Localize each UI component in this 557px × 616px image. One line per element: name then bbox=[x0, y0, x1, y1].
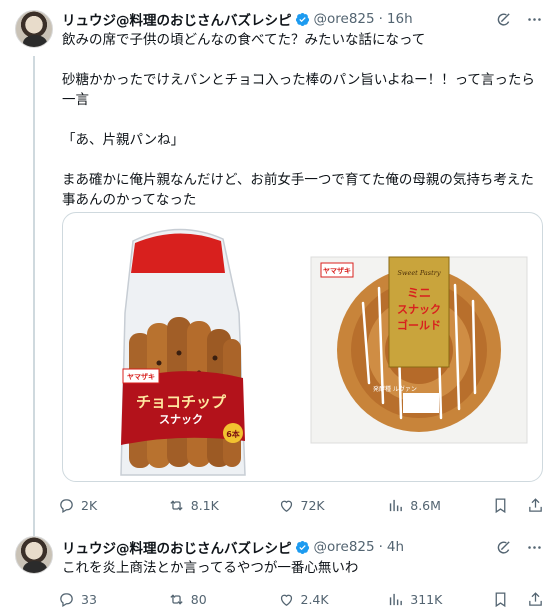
tweet-media[interactable]: ヤマザキ チョコチップ スナック 6本 ヤマザキ Sweet Pastry ミニ… bbox=[62, 212, 543, 482]
left-count-badge: 6本 bbox=[226, 429, 240, 439]
bookmark-icon[interactable] bbox=[492, 591, 509, 608]
author-name[interactable]: リュウジ@料理のおじさんバズレシピ bbox=[62, 9, 292, 29]
right-note: 発酵種 ルヴァン bbox=[373, 385, 417, 393]
verified-badge-icon bbox=[295, 12, 309, 26]
share-icon[interactable] bbox=[527, 591, 544, 608]
repost-button[interactable]: 80 bbox=[168, 591, 278, 608]
views-button[interactable]: 311K bbox=[387, 591, 492, 608]
right-product-name-3: ゴールド bbox=[397, 318, 441, 332]
bookmark-icon[interactable] bbox=[492, 497, 509, 514]
grok-icon[interactable] bbox=[495, 11, 512, 28]
like-button[interactable]: 2.4K bbox=[278, 591, 388, 608]
right-product-name-2: スナック bbox=[397, 303, 441, 316]
avatar[interactable] bbox=[15, 536, 53, 574]
share-icon[interactable] bbox=[527, 497, 544, 514]
tweet-header: リュウジ@料理のおじさんバズレシピ @ore825 · 16h bbox=[62, 9, 543, 29]
product-image-mini-snack-gold: ヤマザキ Sweet Pastry ミニ スナック ゴールド 発酵種 ルヴァン bbox=[310, 256, 528, 444]
repost-count: 8.1K bbox=[190, 497, 219, 513]
like-button[interactable]: 72K bbox=[278, 497, 388, 514]
left-product-name-1: チョコチップ bbox=[136, 393, 227, 411]
reply-count: 33 bbox=[81, 591, 97, 607]
separator-dot: · bbox=[378, 11, 383, 27]
views-count: 8.6M bbox=[410, 497, 441, 513]
right-product-name-1: ミニ bbox=[407, 286, 431, 300]
verified-badge-icon bbox=[295, 540, 309, 554]
more-icon[interactable] bbox=[526, 539, 543, 556]
views-icon bbox=[390, 499, 403, 511]
reply-button[interactable]: 33 bbox=[58, 591, 168, 608]
reply-icon bbox=[60, 498, 73, 513]
product-image-choco-chip-stick: ヤマザキ チョコチップ スナック 6本 bbox=[120, 228, 246, 476]
like-icon bbox=[280, 500, 292, 512]
tweet-text: これを炎上商法とか言ってるやつが一番心無いわ bbox=[62, 560, 359, 576]
like-count: 72K bbox=[300, 497, 325, 513]
timestamp[interactable]: 4h bbox=[387, 539, 404, 555]
tweet-header: リュウジ@料理のおじさんバズレシピ @ore825 · 4h bbox=[62, 537, 543, 557]
author-handle[interactable]: @ore825 bbox=[314, 11, 375, 27]
like-count: 2.4K bbox=[300, 591, 329, 607]
reply-icon bbox=[60, 592, 73, 607]
tweet-reply[interactable]: リュウジ@料理のおじさんバズレシピ @ore825 · 4h これを炎上商法とか… bbox=[0, 528, 557, 616]
like-icon bbox=[280, 594, 292, 606]
right-script-label: Sweet Pastry bbox=[397, 269, 440, 277]
tweet-main[interactable]: リュウジ@料理のおじさんバズレシピ @ore825 · 16h 飲みの席で子供の… bbox=[0, 0, 557, 536]
left-product-name-2: スナック bbox=[159, 413, 203, 426]
author-name[interactable]: リュウジ@料理のおじさんバズレシピ bbox=[62, 537, 292, 557]
left-brand-label: ヤマザキ bbox=[127, 372, 155, 381]
views-count: 311K bbox=[410, 591, 443, 607]
reply-button[interactable]: 2K bbox=[58, 497, 168, 514]
repost-button[interactable]: 8.1K bbox=[168, 497, 278, 514]
views-icon bbox=[390, 593, 403, 605]
tweet-actions: 33 80 2.4K 311K bbox=[58, 588, 544, 610]
reply-count: 2K bbox=[81, 497, 98, 513]
avatar[interactable] bbox=[15, 10, 53, 48]
right-brand-label: ヤマザキ bbox=[323, 266, 351, 275]
author-handle[interactable]: @ore825 bbox=[314, 539, 375, 555]
repost-icon bbox=[170, 593, 183, 605]
grok-icon[interactable] bbox=[495, 539, 512, 556]
more-icon[interactable] bbox=[526, 11, 543, 28]
tweet-text: 飲みの席で子供の頃どんなの食べてた？みたいな話になって 砂糖かかったでけえパンと… bbox=[62, 32, 535, 208]
tweet-actions: 2K 8.1K 72K 8.6M bbox=[58, 494, 544, 516]
repost-icon bbox=[170, 499, 183, 511]
repost-count: 80 bbox=[190, 591, 207, 607]
thread-line bbox=[33, 56, 35, 536]
timestamp[interactable]: 16h bbox=[387, 11, 413, 27]
views-button[interactable]: 8.6M bbox=[387, 497, 492, 514]
separator-dot: · bbox=[378, 539, 383, 555]
